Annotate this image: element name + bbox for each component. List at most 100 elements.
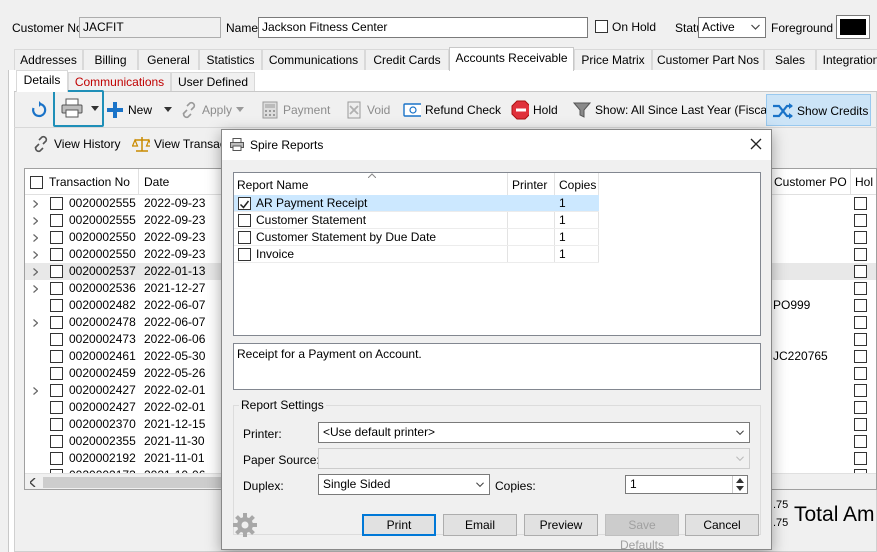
col-header-printer[interactable]: Printer [512, 178, 547, 192]
row-checkbox[interactable] [50, 401, 63, 414]
close-icon[interactable] [750, 138, 762, 150]
expand-chevron-icon[interactable] [33, 268, 38, 276]
apply-dropdown-arrow-icon[interactable] [236, 107, 244, 112]
report-checkbox[interactable] [238, 231, 251, 244]
subtab-user-defined[interactable]: User Defined [171, 72, 255, 91]
paper-source-select[interactable] [318, 448, 750, 469]
show-credits-toggle[interactable]: Show Credits [766, 94, 871, 126]
report-checkbox[interactable] [238, 248, 251, 261]
copies-spinner[interactable]: 1 [625, 475, 748, 494]
report-row[interactable]: Invoice 1 [234, 246, 599, 263]
on-hold-checkbox[interactable] [595, 20, 608, 33]
status-select[interactable]: Active [698, 17, 766, 38]
tab-billing[interactable]: Billing [83, 49, 138, 70]
cancel-button[interactable]: Cancel [685, 514, 759, 536]
payment-button[interactable]: Payment [261, 96, 330, 124]
save-defaults-button[interactable]: Save Defaults [605, 514, 679, 552]
expand-chevron-icon[interactable] [33, 319, 38, 327]
hold-checkbox[interactable] [854, 265, 867, 278]
tab-integration[interactable]: Integration [816, 49, 877, 70]
print-dialog-button[interactable]: Print [362, 514, 436, 536]
refresh-button[interactable] [30, 96, 48, 124]
email-button[interactable]: Email [443, 514, 517, 536]
print-button[interactable] [53, 90, 104, 127]
view-history-button[interactable]: View History [32, 130, 120, 158]
tab-statistics[interactable]: Statistics [199, 49, 262, 70]
subtab-details[interactable]: Details [16, 70, 68, 92]
expand-chevron-icon[interactable] [33, 200, 38, 208]
col-header-hold[interactable]: Hol [855, 169, 873, 195]
tab-accounts-receivable[interactable]: Accounts Receivable [449, 47, 574, 71]
report-checkbox[interactable] [238, 214, 251, 227]
hold-checkbox[interactable] [854, 452, 867, 465]
report-row[interactable]: Customer Statement by Due Date 1 [234, 229, 599, 246]
expand-chevron-icon[interactable] [33, 387, 38, 395]
select-all-checkbox[interactable] [30, 176, 43, 189]
scroll-left-icon[interactable] [30, 478, 36, 487]
row-checkbox[interactable] [50, 435, 63, 448]
duplex-select[interactable]: Single Sided [318, 474, 490, 495]
view-transactions-button[interactable]: View Transacti [132, 130, 232, 158]
report-row[interactable]: Customer Statement 1 [234, 212, 599, 229]
tab-credit-cards[interactable]: Credit Cards [365, 49, 449, 70]
row-checkbox[interactable] [50, 197, 63, 210]
copies-spin-buttons[interactable] [732, 476, 747, 493]
row-checkbox[interactable] [50, 418, 63, 431]
hold-checkbox[interactable] [854, 248, 867, 261]
report-row[interactable]: AR Payment Receipt 1 [234, 195, 599, 212]
report-list[interactable]: Report Name Printer Copies AR Payment Re… [233, 172, 761, 336]
row-checkbox[interactable] [50, 299, 63, 312]
tab-sales[interactable]: Sales [764, 49, 816, 70]
new-dropdown-arrow-icon[interactable] [164, 107, 172, 112]
void-button[interactable]: Void [345, 96, 390, 124]
refund-check-button[interactable]: Refund Check [403, 96, 501, 124]
row-checkbox[interactable] [50, 231, 63, 244]
preview-button[interactable]: Preview [524, 514, 598, 536]
tab-customer-part-nos[interactable]: Customer Part Nos [652, 49, 764, 70]
hold-checkbox[interactable] [854, 316, 867, 329]
expand-chevron-icon[interactable] [33, 217, 38, 225]
row-checkbox[interactable] [50, 265, 63, 278]
row-checkbox[interactable] [50, 316, 63, 329]
row-checkbox[interactable] [50, 452, 63, 465]
col-header-customer-po[interactable]: Customer PO [774, 169, 847, 195]
expand-chevron-icon[interactable] [33, 285, 38, 293]
apply-button[interactable]: Apply [180, 96, 232, 124]
hold-checkbox[interactable] [854, 435, 867, 448]
hold-checkbox[interactable] [854, 197, 867, 210]
tab-communications[interactable]: Communications [262, 49, 365, 70]
expand-chevron-icon[interactable] [33, 251, 38, 259]
hold-checkbox[interactable] [854, 282, 867, 295]
row-checkbox[interactable] [50, 367, 63, 380]
spin-down-icon[interactable] [736, 486, 744, 491]
hold-checkbox[interactable] [854, 214, 867, 227]
tab-general[interactable]: General [138, 49, 199, 70]
tab-price-matrix[interactable]: Price Matrix [574, 49, 652, 70]
hold-checkbox[interactable] [854, 333, 867, 346]
hold-checkbox[interactable] [854, 299, 867, 312]
hold-checkbox[interactable] [854, 418, 867, 431]
customer-no-field[interactable]: JACFIT [79, 17, 221, 38]
row-checkbox[interactable] [50, 333, 63, 346]
hold-button[interactable]: Hold [511, 96, 558, 124]
hold-checkbox[interactable] [854, 384, 867, 397]
name-field[interactable]: Jackson Fitness Center [258, 17, 588, 38]
new-button[interactable]: New [106, 96, 152, 124]
settings-gear-icon[interactable] [232, 512, 258, 541]
printer-select[interactable]: <Use default printer> [318, 422, 750, 443]
col-header-transaction-no[interactable]: Transaction No [49, 169, 130, 195]
col-header-report-name[interactable]: Report Name [237, 178, 308, 192]
col-header-date[interactable]: Date [144, 169, 169, 195]
row-checkbox[interactable] [50, 248, 63, 261]
col-header-copies[interactable]: Copies [559, 178, 596, 192]
row-checkbox[interactable] [50, 384, 63, 397]
show-filter-dropdown[interactable]: Show: All Since Last Year (Fiscal) [573, 96, 785, 124]
subtab-communications[interactable]: Communications [68, 72, 171, 91]
report-checkbox[interactable] [238, 197, 251, 210]
row-checkbox[interactable] [50, 350, 63, 363]
expand-chevron-icon[interactable] [33, 234, 38, 242]
hold-checkbox[interactable] [854, 350, 867, 363]
hold-checkbox[interactable] [854, 367, 867, 380]
hold-checkbox[interactable] [854, 401, 867, 414]
foreground-color-button[interactable] [836, 15, 870, 39]
